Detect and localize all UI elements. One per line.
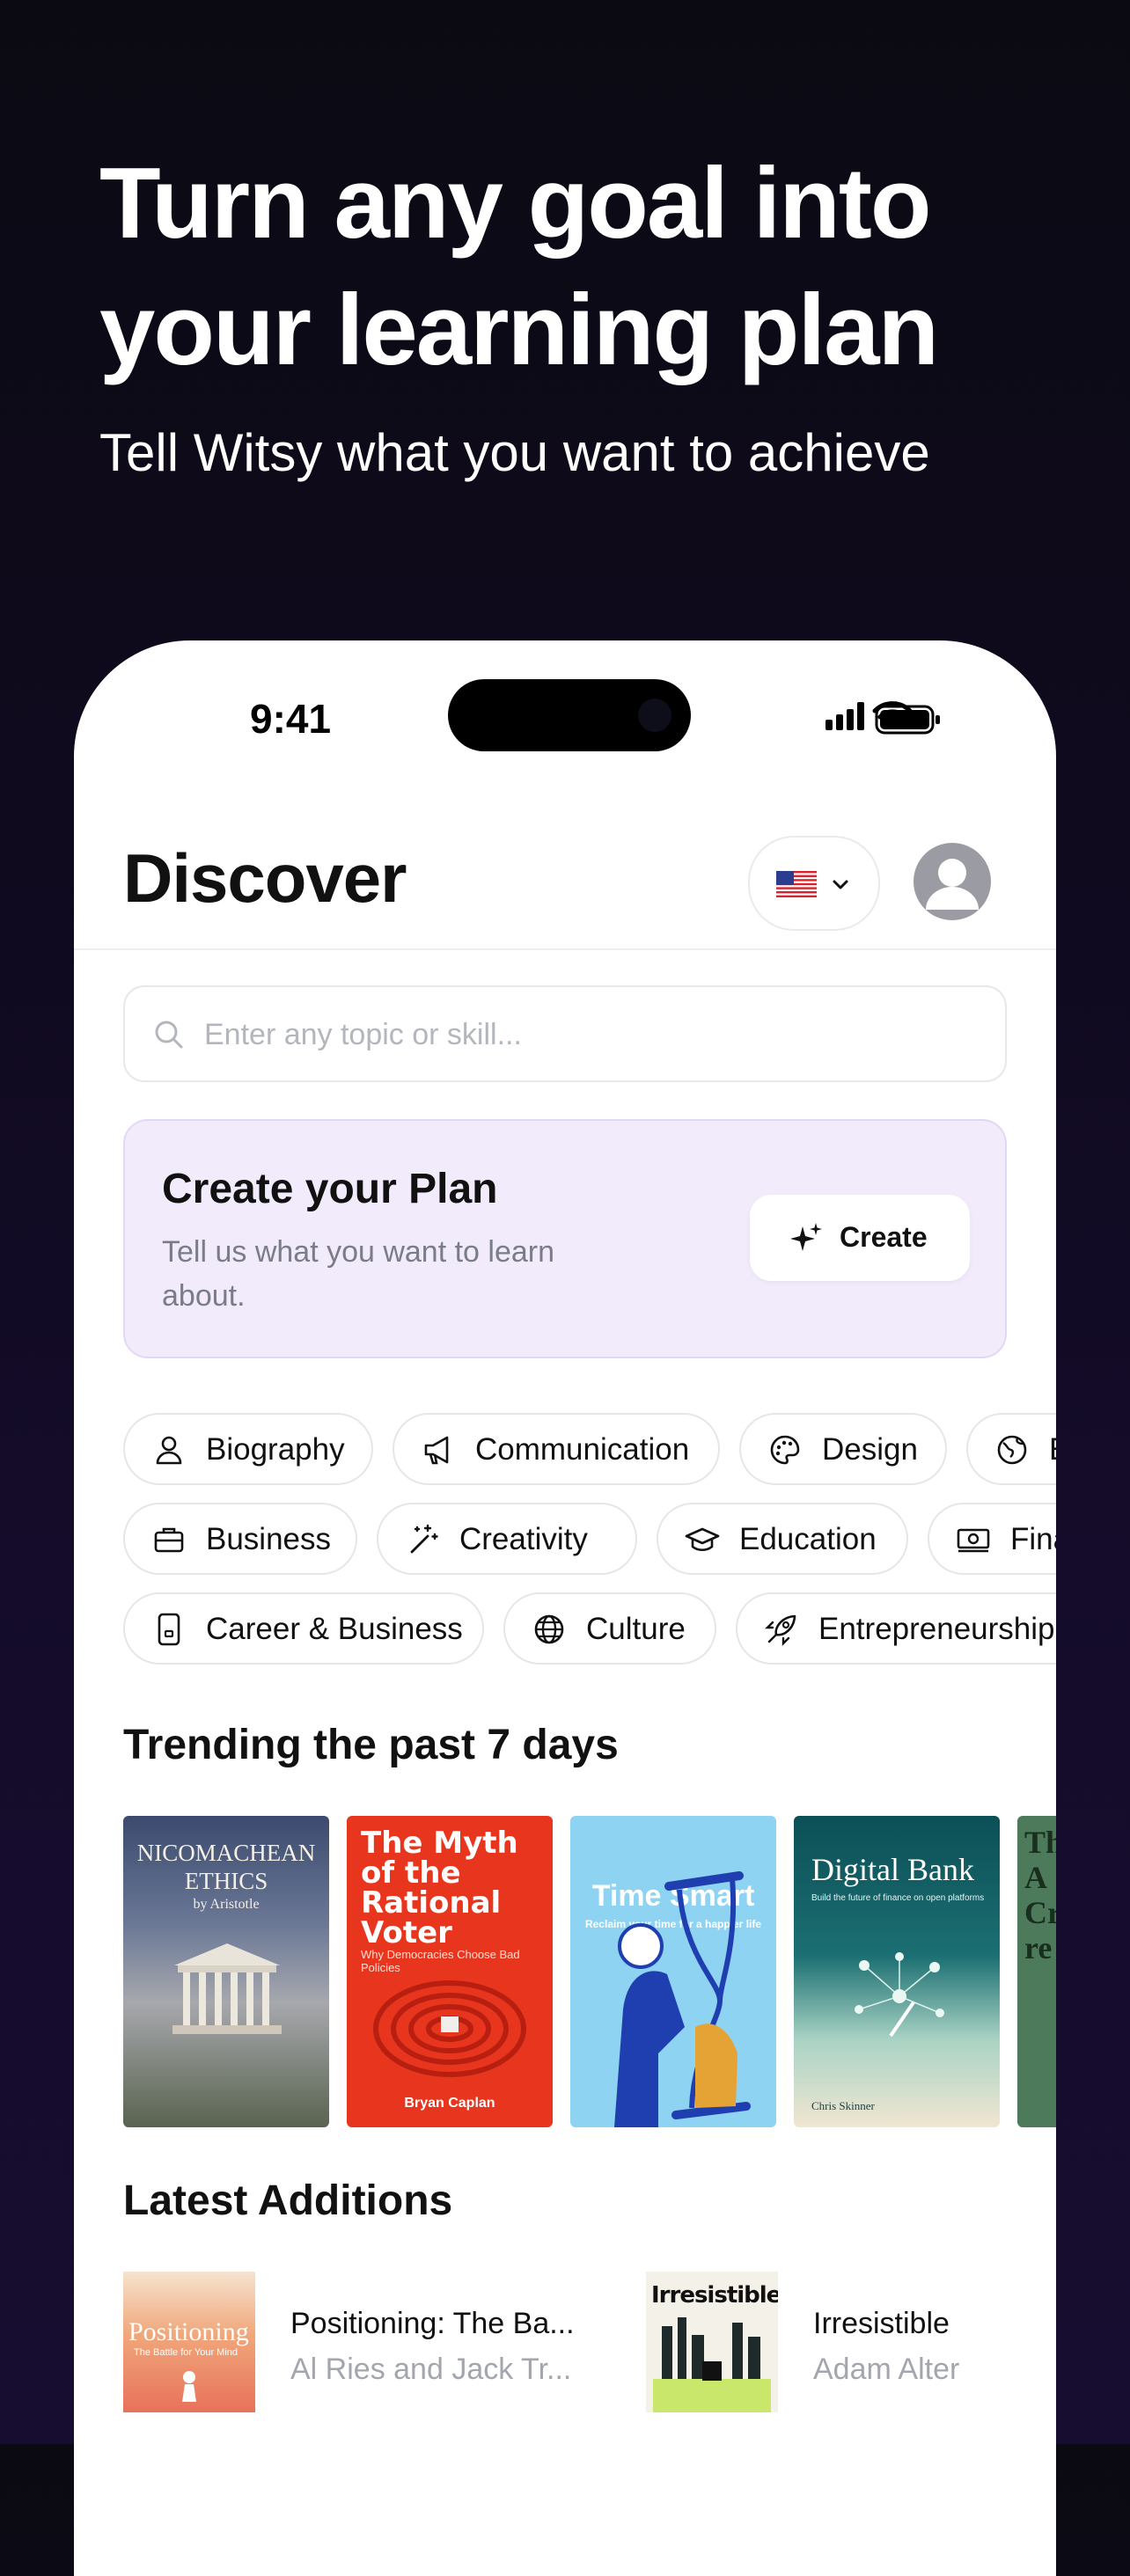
create-button[interactable]: Create — [750, 1195, 970, 1281]
status-bar: 9:41 — [74, 640, 1056, 772]
book-cover-time-smart[interactable]: Time Smart Reclaim your time for a happi… — [570, 1816, 776, 2127]
palette-icon — [770, 1435, 800, 1465]
book-cover-title: Th A Cr re — [1024, 1825, 1056, 1965]
chip-label: Creativity — [459, 1522, 588, 1556]
money-icon — [957, 1528, 990, 1553]
maze-illustration — [373, 1980, 526, 2077]
chip-label: Finan — [1010, 1522, 1056, 1556]
globe-icon — [997, 1435, 1027, 1465]
globe-icon — [534, 1614, 564, 1644]
chip-label: Entrepreneurship — [818, 1612, 1055, 1646]
chip-design[interactable]: Design — [739, 1413, 947, 1485]
chip-label: E — [1049, 1432, 1056, 1467]
graduation-cap-icon — [685, 1527, 720, 1552]
book-cover-author: Bryan Caplan — [404, 2096, 495, 2111]
chip-entrepreneurship[interactable]: Entrepreneurship — [736, 1592, 1056, 1665]
sparkles-icon — [790, 1223, 822, 1251]
hourglass-illustration — [614, 1871, 751, 2127]
create-button-label: Create — [840, 1221, 928, 1253]
book-cover-subtitle: Why Democracies Choose Bad Policies — [361, 1948, 520, 1974]
chip-education[interactable]: Education — [657, 1503, 908, 1575]
create-plan-card: Create your Plan Tell us what you want t… — [123, 1119, 1007, 1358]
cellular-signal-icon — [825, 702, 864, 730]
trending-books: NICOMACHEAN ETHICS by Aristotle The Myth… — [123, 1816, 1056, 2129]
person-icon — [156, 1436, 182, 1465]
status-time: 9:41 — [250, 696, 332, 742]
book-cover-title: NICOMACHEAN ETHICS — [136, 1840, 316, 1894]
latest-additions-list: Positioning The Battle for Your Mind Pos… — [123, 2272, 1056, 2412]
book-cover-subtitle: The Battle for Your Mind — [134, 2347, 238, 2358]
book-cover-author: by Aristotle — [193, 1897, 260, 1912]
book-cover-author: Chris Skinner — [811, 2099, 875, 2112]
avatar[interactable] — [914, 843, 991, 920]
phone-frame: 9:41 Discover Enter any topic or skill..… — [74, 640, 1056, 2576]
trending-title: Trending the past 7 days — [123, 1722, 619, 1768]
chip-label: Culture — [586, 1612, 686, 1646]
phone-badge-icon — [158, 1613, 180, 1646]
chevron-down-icon — [833, 880, 848, 889]
chip-finance[interactable]: Finan — [928, 1503, 1056, 1575]
chip-label: Business — [206, 1522, 332, 1556]
book-cover-title: Irresistible — [651, 2282, 778, 2309]
page-title: Discover — [123, 839, 407, 917]
user-icon — [926, 859, 979, 910]
chess-piece-icon — [182, 2371, 196, 2402]
book-thumb-irresistible: Irresistible — [646, 2272, 778, 2412]
hero-title-line1: Turn any goal into — [99, 148, 932, 260]
chip-label: Career & Business — [206, 1612, 463, 1646]
latest-additions-title: Latest Additions — [123, 2177, 453, 2224]
book-cover-title: Positioning — [128, 2317, 249, 2346]
top-bar: Discover — [74, 772, 1056, 950]
language-selector[interactable] — [748, 836, 880, 931]
rocket-icon — [765, 1614, 796, 1646]
hero-subtitle: Tell Witsy what you want to achieve — [99, 423, 930, 482]
book-cover-nicomachean-ethics[interactable]: NICOMACHEAN ETHICS by Aristotle — [123, 1816, 329, 2127]
book-thumb-positioning: Positioning The Battle for Your Mind — [123, 2272, 255, 2412]
us-flag-icon — [776, 871, 817, 897]
megaphone-icon — [424, 1436, 449, 1465]
plan-card-title: Create your Plan — [162, 1166, 498, 1212]
book-cover-title: Digital Bank — [811, 1852, 974, 1887]
book-cover-title: The Myth of the Rational Voter — [361, 1826, 518, 1950]
camera-icon — [638, 699, 671, 732]
network-illustration — [855, 1952, 944, 2038]
item-title: Irresistible — [813, 2307, 950, 2340]
hero-title-line2: your learning plan — [99, 274, 939, 386]
temple-illustration — [172, 1943, 282, 2034]
city-illustration — [653, 2317, 771, 2412]
hero-title: Turn any goal into your learning plan — [99, 141, 1068, 394]
chip-label: Biography — [206, 1432, 345, 1467]
book-cover-partial[interactable]: Th A Cr re — [1017, 1816, 1056, 2127]
battery-icon — [875, 705, 940, 735]
chip-career-business[interactable]: Career & Business — [123, 1592, 484, 1665]
search-input[interactable] — [202, 1005, 980, 1065]
book-cover-myth-rational-voter[interactable]: The Myth of the Rational Voter Why Democ… — [347, 1816, 553, 2127]
magic-wand-icon — [410, 1524, 438, 1554]
book-cover-digital-bank[interactable]: Digital Bank Build the future of finance… — [794, 1816, 1000, 2127]
item-author: Adam Alter — [813, 2353, 960, 2386]
item-author: Al Ries and Jack Tr... — [290, 2353, 572, 2386]
chip-creativity[interactable]: Creativity — [377, 1503, 637, 1575]
item-title: Positioning: The Ba... — [290, 2307, 575, 2340]
dynamic-island — [448, 679, 691, 751]
chip-business[interactable]: Business — [123, 1503, 357, 1575]
chip-biography[interactable]: Biography — [123, 1413, 373, 1485]
plan-card-description: Tell us what you want to learn about. — [162, 1235, 555, 1313]
chip-e[interactable]: E — [966, 1413, 1056, 1485]
search-bar[interactable] — [123, 985, 1007, 1082]
chip-label: Design — [822, 1432, 918, 1467]
book-cover-subtitle: Build the future of finance on open plat… — [811, 1893, 985, 1903]
briefcase-icon — [154, 1527, 184, 1553]
chip-label: Education — [739, 1522, 877, 1556]
chip-label: Communication — [475, 1432, 690, 1467]
chip-communication[interactable]: Communication — [393, 1413, 720, 1485]
search-icon — [155, 1021, 183, 1049]
chip-culture[interactable]: Culture — [503, 1592, 716, 1665]
